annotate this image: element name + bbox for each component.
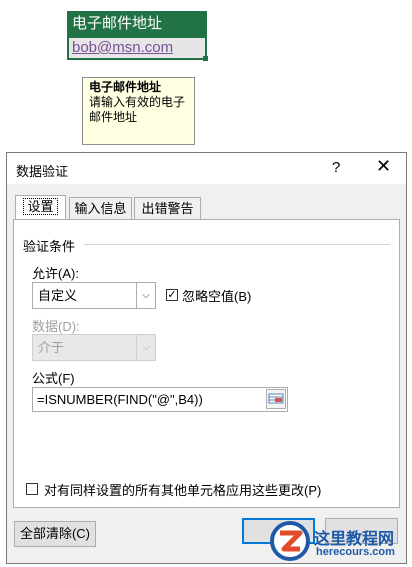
group-divider xyxy=(84,244,390,245)
chevron-down-icon: ⌵ xyxy=(136,335,155,360)
input-message-line: 邮件地址 xyxy=(89,110,138,124)
watermark-line2: herecours.com xyxy=(316,546,395,558)
data-label: 数据(D): xyxy=(32,319,80,334)
ignore-blank-checkbox[interactable]: ✓ xyxy=(166,289,178,301)
data-validation-dialog: 数据验证 ? ✕ 设置 输入信息 出错警告 验证条件 允许(A): 自定义 ⌵ … xyxy=(6,152,407,564)
formula-label: 公式(F) xyxy=(32,371,75,386)
range-picker-icon[interactable] xyxy=(266,389,286,409)
allow-label: 允许(A): xyxy=(32,266,79,281)
dialog-titlebar: 数据验证 ? ✕ xyxy=(7,153,406,184)
dialog-title: 数据验证 xyxy=(16,164,69,179)
cell-header[interactable]: 电子邮件地址 xyxy=(67,11,207,36)
ignore-blank-label[interactable]: 忽略空值(B) xyxy=(182,286,251,305)
watermark-logo: 这里教程网 herecours.com xyxy=(264,519,410,564)
help-button[interactable]: ? xyxy=(332,159,340,176)
fill-handle[interactable] xyxy=(203,56,208,61)
group-label: 验证条件 xyxy=(23,239,76,254)
allow-select-value: 自定义 xyxy=(38,288,78,303)
tab-error-alert[interactable]: 出错警告 xyxy=(134,197,201,219)
active-cell[interactable]: bob@msn.com xyxy=(67,36,207,60)
chevron-down-icon[interactable]: ⌵ xyxy=(136,283,155,308)
tab-label: 设置 xyxy=(23,198,58,215)
apply-all-label[interactable]: 对有同样设置的所有其他单元格应用这些更改(P) xyxy=(44,480,321,499)
input-message-tooltip: 电子邮件地址 请输入有效的电子 邮件地址 xyxy=(82,77,195,145)
settings-panel: 验证条件 允许(A): 自定义 ⌵ ✓ 忽略空值(B) 数据(D): 介于 ⌵ … xyxy=(13,219,400,508)
input-message-line: 请输入有效的电子 xyxy=(89,95,186,109)
input-message-title: 电子邮件地址 xyxy=(89,80,162,94)
allow-select[interactable]: 自定义 ⌵ xyxy=(32,282,156,309)
data-select-value: 介于 xyxy=(38,340,65,355)
tab-input-message[interactable]: 输入信息 xyxy=(69,197,132,219)
formula-input[interactable]: =ISNUMBER(FIND("@",B4)) xyxy=(32,387,288,412)
data-select: 介于 ⌵ xyxy=(32,334,156,361)
close-button[interactable]: ✕ xyxy=(376,156,391,177)
tab-settings[interactable]: 设置 xyxy=(15,195,66,219)
apply-all-checkbox[interactable] xyxy=(26,483,38,495)
clear-all-button[interactable]: 全部清除(C) xyxy=(14,521,96,547)
